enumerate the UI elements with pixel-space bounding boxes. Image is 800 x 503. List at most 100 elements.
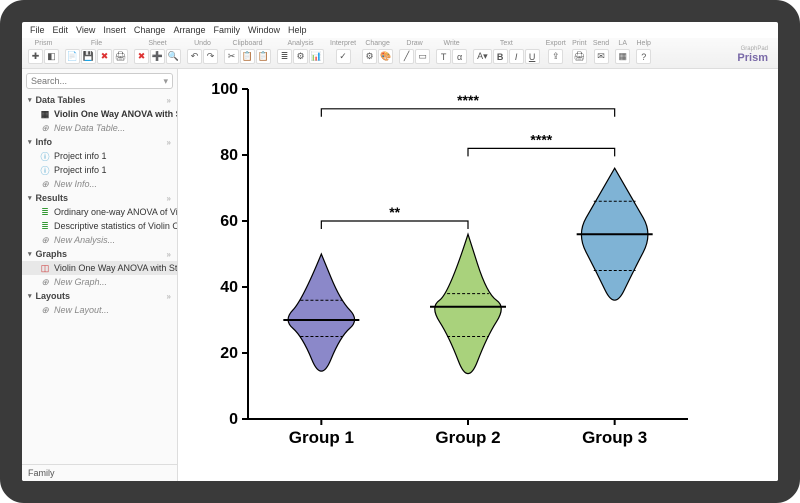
sidebar-item-new-layout[interactable]: ⊕New Layout... xyxy=(22,303,177,317)
graph-icon: ◫ xyxy=(40,263,50,273)
tb-group-help: Help ? xyxy=(634,40,653,64)
main-area: ▾ Data Tables ▦Violin One Way ANOVA with… xyxy=(22,69,778,481)
menu-edit[interactable]: Edit xyxy=(51,24,71,36)
menu-file[interactable]: File xyxy=(28,24,47,36)
tb-group-file: File 📄 💾 ✖ 🖨 xyxy=(63,40,130,64)
change-icon[interactable]: ⚙ xyxy=(362,49,377,64)
section-layouts[interactable]: Layouts xyxy=(22,289,177,303)
tb-group-export: Export ⇪ xyxy=(544,40,568,64)
tb-group-send: Send ✉ xyxy=(591,40,611,64)
sidebar-item-result1[interactable]: ≣Ordinary one-way ANOVA of Violin One... xyxy=(22,205,177,219)
redo-icon[interactable]: ↷ xyxy=(203,49,218,64)
svg-text:Group 1: Group 1 xyxy=(289,428,354,447)
la-icon[interactable]: ▦ xyxy=(615,49,630,64)
family-panel-header[interactable]: Family xyxy=(22,464,177,481)
section-info[interactable]: Info xyxy=(22,135,177,149)
help-icon[interactable]: ? xyxy=(636,49,651,64)
search-box[interactable]: ▾ xyxy=(26,73,173,89)
svg-text:40: 40 xyxy=(220,279,238,296)
laptop-frame: File Edit View Insert Change Arrange Fam… xyxy=(0,0,800,503)
save-icon[interactable]: 💾 xyxy=(81,49,96,64)
cut-icon[interactable]: ✂ xyxy=(224,49,239,64)
interpret-icon[interactable]: ✓ xyxy=(336,49,351,64)
menu-insert[interactable]: Insert xyxy=(101,24,128,36)
font-select[interactable]: A▾ xyxy=(473,49,492,64)
sidebar-item-graph[interactable]: ◫Violin One Way ANOVA with Stars xyxy=(22,261,177,275)
menu-arrange[interactable]: Arrange xyxy=(171,24,207,36)
sidebar-item-new-graph[interactable]: ⊕New Graph... xyxy=(22,275,177,289)
paste-icon[interactable]: 📋 xyxy=(256,49,271,64)
line-icon[interactable]: ╱ xyxy=(399,49,414,64)
search-input[interactable] xyxy=(31,76,163,86)
tb-group-draw: Draw ╱ ▭ xyxy=(397,40,432,64)
settings-icon[interactable]: ⚙ xyxy=(293,49,308,64)
sidebar-item-info1[interactable]: ⓘProject info 1 xyxy=(22,149,177,163)
greek-icon[interactable]: α xyxy=(452,49,467,64)
svg-text:60: 60 xyxy=(220,213,238,230)
print2-icon[interactable]: 🖨 xyxy=(572,49,587,64)
tb-group-sheet: Sheet ✖ ➕ 🔍 xyxy=(132,40,183,64)
plus-circle-icon: ⊕ xyxy=(40,179,50,189)
info-icon: ⓘ xyxy=(40,151,50,161)
close-icon[interactable]: ✖ xyxy=(97,49,112,64)
plus-icon[interactable]: ✚ xyxy=(28,49,43,64)
sidebar-item-new-analysis[interactable]: ⊕New Analysis... xyxy=(22,233,177,247)
chevron-down-icon[interactable]: ▾ xyxy=(163,76,168,87)
section-data-tables[interactable]: Data Tables xyxy=(22,93,177,107)
export-icon[interactable]: ⇪ xyxy=(548,49,563,64)
rect-icon[interactable]: ▭ xyxy=(415,49,430,64)
text-T-icon[interactable]: T xyxy=(436,49,451,64)
plus-circle-icon: ⊕ xyxy=(40,123,50,133)
section-graphs[interactable]: Graphs xyxy=(22,247,177,261)
bold-button[interactable]: B xyxy=(493,49,508,64)
menu-change[interactable]: Change xyxy=(132,24,168,36)
svg-text:0: 0 xyxy=(229,411,238,428)
color-icon[interactable]: 🎨 xyxy=(378,49,393,64)
undo-icon[interactable]: ↶ xyxy=(187,49,202,64)
svg-text:100: 100 xyxy=(211,81,238,98)
graph-canvas[interactable]: 020406080100Group 1Group 2Group 3*******… xyxy=(178,69,778,481)
sidebar-item-new-info[interactable]: ⊕New Info... xyxy=(22,177,177,191)
menu-help[interactable]: Help xyxy=(286,24,309,36)
brand-name: Prism xyxy=(737,52,768,64)
delete-sheet-icon[interactable]: ✖ xyxy=(134,49,149,64)
tb-group-text: Text A▾ B I U xyxy=(471,40,542,64)
sidebar-item-info2[interactable]: ⓘProject info 1 xyxy=(22,163,177,177)
result-icon: ≣ xyxy=(40,207,50,217)
section-results[interactable]: Results xyxy=(22,191,177,205)
menu-view[interactable]: View xyxy=(74,24,97,36)
new-file-icon[interactable]: 📄 xyxy=(65,49,80,64)
svg-text:****: **** xyxy=(457,92,479,108)
violin-chart: 020406080100Group 1Group 2Group 3*******… xyxy=(188,69,708,469)
menu-window[interactable]: Window xyxy=(246,24,282,36)
svg-text:****: **** xyxy=(530,131,552,147)
plus-circle-icon: ⊕ xyxy=(40,305,50,315)
send-icon[interactable]: ✉ xyxy=(594,49,609,64)
info-icon: ⓘ xyxy=(40,165,50,175)
menu-family[interactable]: Family xyxy=(211,24,242,36)
result-icon: ≣ xyxy=(40,221,50,231)
copy-icon[interactable]: 📋 xyxy=(240,49,255,64)
find-icon[interactable]: 🔍 xyxy=(166,49,181,64)
analyze-icon[interactable]: ≣ xyxy=(277,49,292,64)
plus-circle-icon: ⊕ xyxy=(40,277,50,287)
panel-icon[interactable]: ◧ xyxy=(44,49,59,64)
tb-group-analysis: Analysis ≣ ⚙ 📊 xyxy=(275,40,326,64)
sidebar-item-new-data-table[interactable]: ⊕New Data Table... xyxy=(22,121,177,135)
sidebar-item-result2[interactable]: ≣Descriptive statistics of Violin One Wa… xyxy=(22,219,177,233)
navigator-tree: Data Tables ▦Violin One Way ANOVA with S… xyxy=(22,93,177,464)
tb-group-prism: Prism ✚ ◧ xyxy=(26,40,61,64)
sidebar-item-data-table[interactable]: ▦Violin One Way ANOVA with Stars xyxy=(22,107,177,121)
sidebar: ▾ Data Tables ▦Violin One Way ANOVA with… xyxy=(22,69,178,481)
svg-text:Group 3: Group 3 xyxy=(582,428,647,447)
add-sheet-icon[interactable]: ➕ xyxy=(150,49,165,64)
svg-text:80: 80 xyxy=(220,147,238,164)
tb-group-undo: Undo ↶ ↷ xyxy=(185,40,220,64)
tb-group-interpret: Interpret ✓ xyxy=(328,40,358,64)
italic-button[interactable]: I xyxy=(509,49,524,64)
print-icon[interactable]: 🖨 xyxy=(113,49,128,64)
chart-icon[interactable]: 📊 xyxy=(309,49,324,64)
underline-button[interactable]: U xyxy=(525,49,540,64)
tb-group-change: Change ⚙ 🎨 xyxy=(360,40,395,64)
svg-text:20: 20 xyxy=(220,345,238,362)
